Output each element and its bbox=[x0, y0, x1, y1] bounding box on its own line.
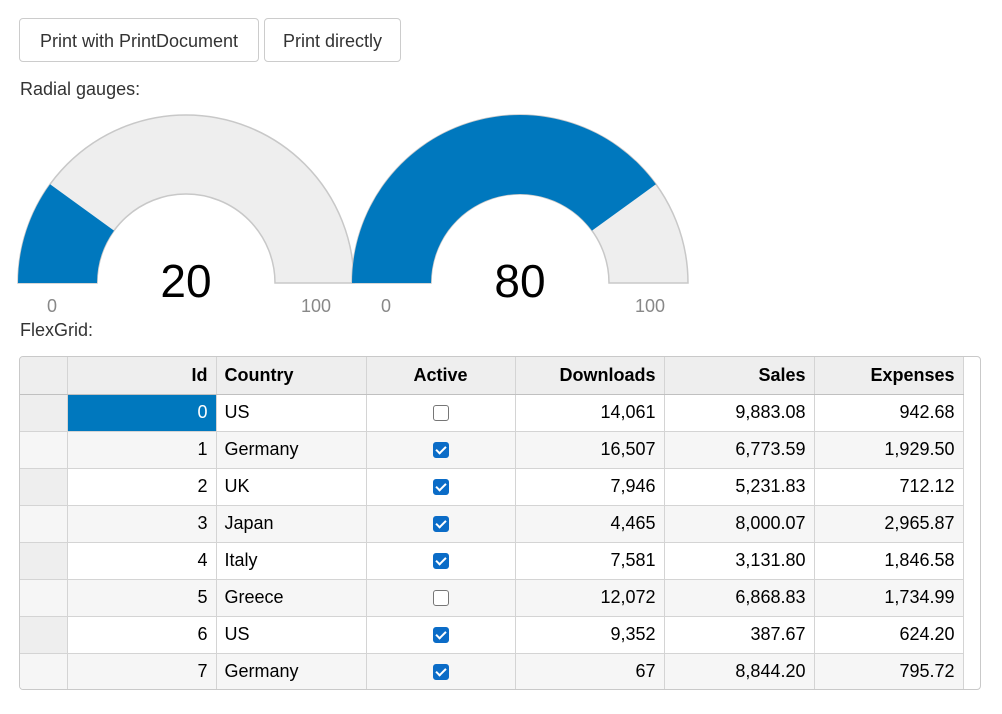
radial-gauge-1[interactable]: 20 0 100 bbox=[17, 113, 355, 316]
cell-active[interactable] bbox=[366, 542, 516, 580]
cell-expenses[interactable]: 1,734.99 bbox=[814, 579, 964, 617]
row-header[interactable] bbox=[20, 653, 68, 689]
cell-downloads[interactable]: 9,352 bbox=[515, 616, 665, 654]
print-with-printdocument-button[interactable]: Print with PrintDocument bbox=[19, 18, 259, 62]
radial-gauge-2[interactable]: 80 0 100 bbox=[351, 113, 689, 316]
cell-country[interactable]: US bbox=[216, 616, 367, 654]
cell-expenses[interactable]: 1,929.50 bbox=[814, 431, 964, 469]
cell-active[interactable] bbox=[366, 394, 516, 432]
cell-active[interactable] bbox=[366, 616, 516, 654]
checkbox-checked[interactable] bbox=[432, 664, 449, 681]
cell-active[interactable] bbox=[366, 653, 516, 689]
table-row[interactable]: 5 Greece 12,072 6,868.83 1,734.99 bbox=[20, 579, 964, 617]
checkbox-checked[interactable] bbox=[432, 627, 449, 644]
column-header-active[interactable]: Active bbox=[366, 357, 516, 395]
row-header[interactable] bbox=[20, 468, 68, 506]
cell-active[interactable] bbox=[366, 431, 516, 469]
table-row[interactable]: 0 US 14,061 9,883.08 942.68 bbox=[20, 394, 964, 432]
row-header[interactable] bbox=[20, 394, 68, 432]
cell-country[interactable]: Japan bbox=[216, 505, 367, 543]
cell-sales[interactable]: 8,000.07 bbox=[664, 505, 815, 543]
row-header[interactable] bbox=[20, 616, 68, 654]
cell-downloads[interactable]: 67 bbox=[515, 653, 665, 689]
column-header-id[interactable]: Id bbox=[67, 357, 217, 395]
column-header-downloads[interactable]: Downloads bbox=[515, 357, 665, 395]
flexgrid-table: Id Country Active Downloads Sales Expens… bbox=[20, 357, 964, 689]
cell-id[interactable]: 6 bbox=[67, 616, 217, 654]
column-header-expenses[interactable]: Expenses bbox=[814, 357, 964, 395]
cell-expenses[interactable]: 624.20 bbox=[814, 616, 964, 654]
cell-sales[interactable]: 6,868.83 bbox=[664, 579, 815, 617]
table-row[interactable]: 3 Japan 4,465 8,000.07 2,965.87 bbox=[20, 505, 964, 543]
cell-id[interactable]: 2 bbox=[67, 468, 217, 506]
cell-sales[interactable]: 6,773.59 bbox=[664, 431, 815, 469]
checkbox-checked[interactable] bbox=[432, 516, 449, 533]
row-header[interactable] bbox=[20, 431, 68, 469]
cell-expenses[interactable]: 1,846.58 bbox=[814, 542, 964, 580]
cell-active[interactable] bbox=[366, 579, 516, 617]
checkbox-checked[interactable] bbox=[432, 442, 449, 459]
checkbox-unchecked[interactable] bbox=[432, 405, 449, 422]
cell-active[interactable] bbox=[366, 468, 516, 506]
cell-expenses[interactable]: 942.68 bbox=[814, 394, 964, 432]
cell-sales[interactable]: 3,131.80 bbox=[664, 542, 815, 580]
table-row[interactable]: 4 Italy 7,581 3,131.80 1,846.58 bbox=[20, 542, 964, 580]
flexgrid-label: FlexGrid: bbox=[20, 320, 94, 340]
cell-downloads[interactable]: 7,581 bbox=[515, 542, 665, 580]
cell-sales[interactable]: 9,883.08 bbox=[664, 394, 815, 432]
checkbox-unchecked[interactable] bbox=[432, 590, 449, 607]
row-header[interactable] bbox=[20, 579, 68, 617]
top-left-cell[interactable] bbox=[20, 357, 68, 395]
cell-downloads[interactable]: 4,465 bbox=[515, 505, 665, 543]
cell-country[interactable]: UK bbox=[216, 468, 367, 506]
cell-active[interactable] bbox=[366, 505, 516, 543]
row-header[interactable] bbox=[20, 505, 68, 543]
cell-downloads[interactable]: 16,507 bbox=[515, 431, 665, 469]
gauge-1-max-label: 100 bbox=[301, 296, 332, 316]
cell-id[interactable]: 3 bbox=[67, 505, 217, 543]
column-header-sales[interactable]: Sales bbox=[664, 357, 815, 395]
gauge-1-min-label: 0 bbox=[47, 296, 58, 316]
gauge-2-min-label: 0 bbox=[381, 296, 392, 316]
cell-expenses[interactable]: 795.72 bbox=[814, 653, 964, 689]
cell-expenses[interactable]: 2,965.87 bbox=[814, 505, 964, 543]
gauge-2-max-label: 100 bbox=[635, 296, 666, 316]
cell-id[interactable]: 0 bbox=[67, 394, 217, 432]
cell-id[interactable]: 1 bbox=[67, 431, 217, 469]
cell-country[interactable]: Germany bbox=[216, 653, 367, 689]
cell-downloads[interactable]: 12,072 bbox=[515, 579, 665, 617]
radial-gauges-label: Radial gauges: bbox=[20, 79, 141, 99]
cell-id[interactable]: 4 bbox=[67, 542, 217, 580]
cell-sales[interactable]: 5,231.83 bbox=[664, 468, 815, 506]
flexgrid[interactable]: Id Country Active Downloads Sales Expens… bbox=[19, 356, 981, 690]
header-row: Id Country Active Downloads Sales Expens… bbox=[20, 357, 964, 395]
table-row[interactable]: 7 Germany 67 8,844.20 795.72 bbox=[20, 653, 964, 689]
cell-id[interactable]: 7 bbox=[67, 653, 217, 689]
table-row[interactable]: 6 US 9,352 387.67 624.20 bbox=[20, 616, 964, 654]
cell-country[interactable]: Germany bbox=[216, 431, 367, 469]
cell-country[interactable]: US bbox=[216, 394, 367, 432]
table-row[interactable]: 1 Germany 16,507 6,773.59 1,929.50 bbox=[20, 431, 964, 469]
cell-expenses[interactable]: 712.12 bbox=[814, 468, 964, 506]
row-header[interactable] bbox=[20, 542, 68, 580]
cell-country[interactable]: Greece bbox=[216, 579, 367, 617]
checkbox-checked[interactable] bbox=[432, 553, 449, 570]
cell-sales[interactable]: 8,844.20 bbox=[664, 653, 815, 689]
cell-country[interactable]: Italy bbox=[216, 542, 367, 580]
cell-downloads[interactable]: 7,946 bbox=[515, 468, 665, 506]
cell-id[interactable]: 5 bbox=[67, 579, 217, 617]
checkbox-checked[interactable] bbox=[432, 479, 449, 496]
cell-sales[interactable]: 387.67 bbox=[664, 616, 815, 654]
cell-downloads[interactable]: 14,061 bbox=[515, 394, 665, 432]
print-directly-button[interactable]: Print directly bbox=[264, 18, 401, 62]
column-header-country[interactable]: Country bbox=[216, 357, 367, 395]
table-row[interactable]: 2 UK 7,946 5,231.83 712.12 bbox=[20, 468, 964, 506]
